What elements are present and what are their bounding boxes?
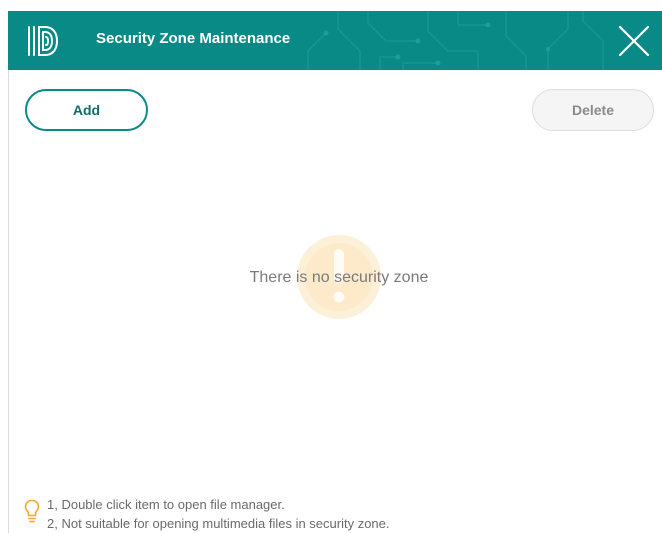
fingerprint-d-logo-icon [28, 26, 59, 56]
tip-item: 2, Not suitable for opening multimedia f… [47, 516, 390, 531]
delete-button[interactable]: Delete [532, 89, 654, 131]
security-zone-window: Security Zone Maintenance Add Delete The… [0, 0, 662, 533]
window-title: Security Zone Maintenance [96, 30, 291, 47]
tip-item: 1, Double click item to open file manage… [47, 497, 285, 512]
lightbulb-icon [24, 499, 40, 523]
empty-state-message: There is no security zone [249, 269, 429, 286]
title-bar[interactable]: Security Zone Maintenance [8, 11, 662, 70]
window-left-border [8, 70, 9, 533]
close-icon[interactable] [616, 23, 652, 59]
add-button[interactable]: Add [25, 89, 148, 131]
